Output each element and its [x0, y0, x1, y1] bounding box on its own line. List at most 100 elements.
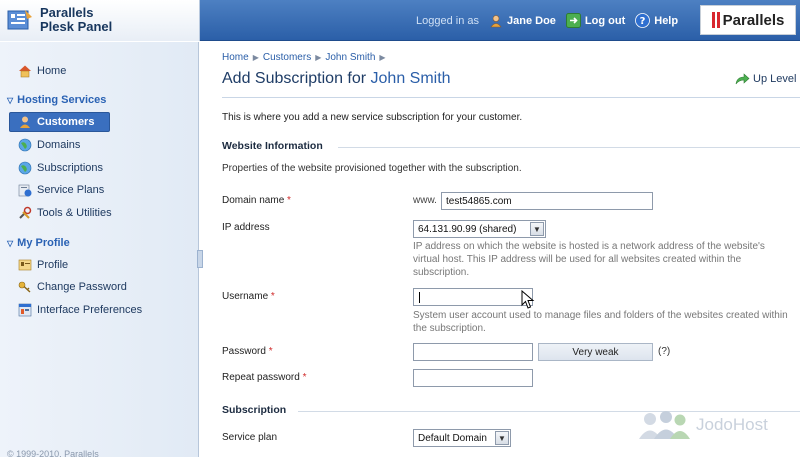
- sidebar-label-home: Home: [37, 65, 67, 77]
- password-strength-help-link[interactable]: (?): [658, 346, 670, 357]
- logo-line1: Parallels: [40, 5, 94, 20]
- watermark-text: JodoHost: [696, 415, 768, 434]
- sidebar-item-customers[interactable]: Customers: [9, 112, 110, 132]
- breadcrumb-separator-icon: ▶: [252, 53, 259, 62]
- password-label: Password *: [222, 346, 273, 357]
- sidebar-collapse-handle[interactable]: [197, 250, 203, 268]
- dropdown-arrow-icon: ▼: [530, 222, 544, 236]
- ip-address-help: IP address on which the website is hoste…: [413, 241, 765, 278]
- breadcrumb-home[interactable]: Home: [222, 52, 249, 63]
- chevron-down-icon: ▽: [7, 95, 14, 105]
- jodohost-watermark: JodoHost: [638, 410, 768, 440]
- sidebar-item-subscriptions[interactable]: Subscriptions: [18, 161, 103, 175]
- domain-prefix: www.: [413, 195, 437, 206]
- ip-address-label: IP address: [222, 222, 270, 233]
- brand-name: Parallels: [722, 11, 785, 29]
- required-mark: *: [268, 346, 273, 357]
- logout-link[interactable]: Log out: [565, 13, 626, 28]
- interface-preferences-icon: [18, 303, 32, 317]
- user-bar: Logged in as Jane Doe Log out ? Help: [416, 0, 678, 41]
- required-mark: *: [287, 195, 291, 206]
- repeat-password-label: Repeat password *: [222, 372, 307, 383]
- sidebar-item-home[interactable]: Home: [18, 64, 66, 78]
- people-watermark-icon: [639, 411, 690, 439]
- logo-area[interactable]: Parallels Plesk Panel: [0, 0, 200, 41]
- username-label: Username *: [222, 291, 275, 302]
- customers-icon: [20, 116, 30, 128]
- breadcrumb: Home ▶ Customers ▶ John Smith ▶: [222, 52, 386, 63]
- parallels-brand-logo: Parallels: [700, 5, 796, 35]
- section-divider: [338, 147, 800, 148]
- repeat-password-input[interactable]: [413, 369, 533, 387]
- sidebar-section-hosting[interactable]: ▽ Hosting Services: [7, 94, 106, 106]
- username-help: System user account used to manage files…: [413, 310, 788, 334]
- help-link[interactable]: ? Help: [635, 13, 678, 28]
- title-divider: [222, 97, 800, 98]
- sidebar-label-profile: Profile: [37, 259, 69, 271]
- main-content: Home ▶ Customers ▶ John Smith ▶ Add Subs…: [208, 42, 800, 457]
- sidebar-item-interface-preferences[interactable]: Interface Preferences: [18, 303, 142, 317]
- key-icon: [18, 281, 31, 293]
- section-label-hosting: Hosting Services: [17, 94, 107, 106]
- logo-line2: Plesk Panel: [40, 19, 113, 34]
- intro-text: This is where you add a new service subs…: [222, 112, 523, 123]
- sidebar-item-service-plans[interactable]: Service Plans: [18, 183, 104, 197]
- password-strength-indicator: Very weak: [538, 343, 653, 361]
- password-input[interactable]: [413, 343, 533, 361]
- website-description: Properties of the website provisioned to…: [222, 163, 522, 174]
- sidebar-label-change-password: Change Password: [37, 281, 127, 293]
- ip-address-value: 64.131.90.99 (shared): [418, 223, 517, 235]
- sidebar-label-domains: Domains: [37, 139, 81, 151]
- sidebar-item-domains[interactable]: Domains: [18, 138, 80, 152]
- sidebar-label-customers: Customers: [37, 116, 95, 128]
- domain-name-input[interactable]: test54865.com: [441, 192, 653, 210]
- sidebar-label-service-plans: Service Plans: [37, 184, 105, 196]
- profile-card-icon: [18, 259, 32, 271]
- section-heading-subscription: Subscription: [222, 404, 287, 416]
- service-plans-icon: [18, 184, 32, 197]
- service-plan-select[interactable]: Default Domain ▼: [413, 429, 511, 447]
- dropdown-arrow-icon: ▼: [495, 431, 509, 445]
- sidebar-section-profile[interactable]: ▽ My Profile: [7, 237, 70, 249]
- domains-icon: [18, 138, 32, 152]
- tools-icon: [19, 206, 32, 219]
- username-input[interactable]: [413, 288, 533, 306]
- breadcrumb-customers[interactable]: Customers: [263, 52, 311, 63]
- user-icon: [490, 14, 502, 27]
- logged-in-label: Logged in as: [416, 14, 479, 27]
- parallels-bars-icon: [711, 12, 720, 28]
- page-title-customer: John Smith: [370, 70, 451, 87]
- sidebar-label-interface-preferences: Interface Preferences: [37, 304, 143, 316]
- sidebar-item-change-password[interactable]: Change Password: [18, 280, 127, 294]
- breadcrumb-separator-icon: ▶: [315, 53, 322, 62]
- mouse-cursor-icon: [521, 290, 535, 309]
- domain-name-label: Domain name *: [222, 195, 291, 206]
- svg-text:?: ?: [640, 16, 646, 27]
- sidebar-item-profile[interactable]: Profile: [18, 258, 68, 272]
- up-level-label: Up Level: [753, 73, 797, 85]
- user-link[interactable]: Jane Doe: [489, 14, 556, 28]
- plesk-logo-icon: [7, 10, 32, 30]
- page-title: Add Subscription for John Smith: [222, 70, 451, 88]
- top-header: Parallels Plesk Panel Logged in as Jane …: [0, 0, 800, 41]
- required-mark: *: [270, 291, 275, 302]
- breadcrumb-separator-icon: ▶: [379, 53, 386, 62]
- sidebar: Home ▽ Hosting Services Customers Domain…: [0, 42, 199, 457]
- logout-label: Log out: [584, 14, 626, 27]
- breadcrumb-customer[interactable]: John Smith: [325, 52, 375, 63]
- ip-address-select[interactable]: 64.131.90.99 (shared) ▼: [413, 220, 546, 238]
- chevron-down-icon: ▽: [7, 238, 14, 248]
- sidebar-item-tools[interactable]: Tools & Utilities: [18, 206, 112, 220]
- up-level-link[interactable]: Up Level: [734, 72, 796, 86]
- text-caret: [419, 291, 420, 303]
- help-icon: ?: [635, 13, 651, 28]
- home-icon: [19, 65, 31, 78]
- section-label-profile: My Profile: [17, 237, 70, 249]
- user-name: Jane Doe: [507, 14, 556, 27]
- sidebar-label-subscriptions: Subscriptions: [37, 162, 104, 174]
- help-label: Help: [654, 14, 679, 27]
- page-title-prefix: Add Subscription for: [222, 70, 367, 87]
- subscriptions-icon: [18, 161, 32, 175]
- service-plan-label: Service plan: [222, 432, 278, 443]
- copyright: © 1999-2010, Parallels: [7, 449, 99, 457]
